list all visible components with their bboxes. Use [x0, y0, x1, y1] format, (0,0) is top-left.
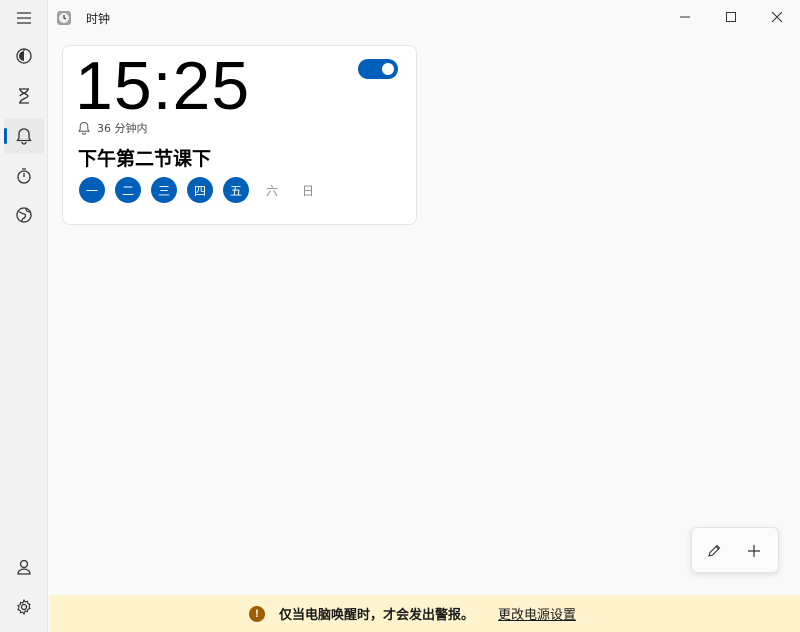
clock-app-icon [57, 11, 71, 25]
navigation-rail [0, 0, 48, 632]
alarm-days: 一二三四五 六 日 [79, 177, 321, 203]
warning-icon: ! [249, 605, 265, 622]
nav-menu-button[interactable] [4, 0, 44, 36]
clock-window: 时钟 15:25 36 分钟内 下午第二节课下 一二三四五 六 日 ! 仅当电脑唤醒… [0, 0, 800, 632]
day-chip: 五 [223, 177, 249, 203]
plus-icon [748, 545, 760, 557]
focus-sessions-icon [16, 48, 32, 64]
nav-settings[interactable] [4, 589, 44, 625]
nav-timer[interactable] [4, 78, 44, 114]
minimize-icon [680, 16, 690, 18]
day-chip: 一 [79, 177, 105, 203]
hamburger-menu-icon [17, 12, 31, 24]
stopwatch-icon [17, 168, 31, 184]
toggle-knob [382, 63, 394, 75]
alarm-remaining: 36 分钟内 [77, 120, 148, 136]
settings-gear-icon [17, 598, 31, 616]
close-icon [771, 11, 783, 23]
nav-account[interactable] [4, 549, 44, 585]
nav-world-clock[interactable] [4, 197, 44, 233]
command-bar [691, 527, 779, 573]
timer-hourglass-icon [19, 88, 29, 104]
day-chip: 二 [115, 177, 141, 203]
alarm-toggle[interactable] [358, 59, 398, 79]
nav-focus-sessions[interactable] [4, 38, 44, 74]
active-indicator [4, 128, 7, 144]
day-chip: 六 [265, 183, 278, 198]
bell-icon [78, 121, 90, 135]
nav-stopwatch[interactable] [4, 158, 44, 194]
day-chip: 三 [151, 177, 177, 203]
change-power-settings-link[interactable]: 更改电源设置 [498, 604, 576, 623]
pencil-icon [708, 544, 721, 557]
edit-alarms-button[interactable] [698, 535, 730, 567]
alarm-time: 15:25 [75, 48, 251, 124]
maximize-button[interactable] [708, 0, 754, 34]
alarm-bell-icon [16, 128, 32, 145]
nav-alarm[interactable] [4, 118, 44, 154]
alarm-remaining-text: 36 分钟内 [97, 122, 148, 135]
add-alarm-button[interactable] [738, 535, 770, 567]
day-chip: 日 [301, 183, 314, 198]
app-title: 时钟 [86, 12, 111, 26]
alarm-name: 下午第二节课下 [78, 148, 212, 170]
day-chip: 四 [187, 177, 213, 203]
account-icon [17, 559, 31, 575]
info-message: 仅当电脑唤醒时，才会发出警报。 [279, 608, 475, 623]
title-bar: 时钟 [48, 0, 800, 36]
close-button[interactable] [754, 0, 800, 34]
alarm-card[interactable]: 15:25 36 分钟内 下午第二节课下 一二三四五 六 日 [62, 45, 417, 225]
power-info-bar: ! 仅当电脑唤醒时，才会发出警报。 更改电源设置 [49, 595, 800, 632]
minimize-button[interactable] [662, 0, 708, 34]
maximize-icon [726, 12, 736, 22]
world-clock-icon [16, 207, 32, 223]
